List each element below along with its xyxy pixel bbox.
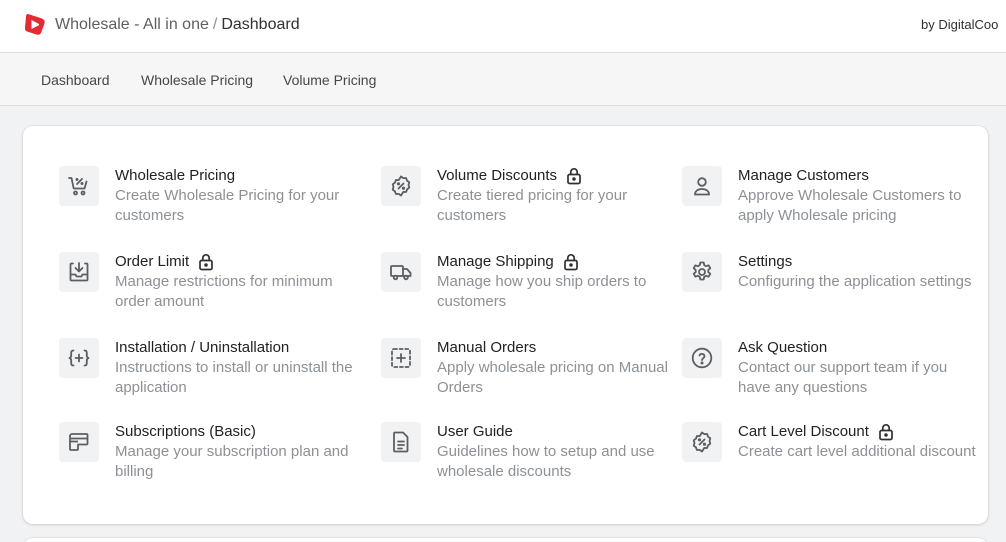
truck-icon	[390, 265, 412, 281]
discount-badge-icon	[692, 431, 712, 453]
feature-description: Create cart level additional discount	[738, 443, 976, 460]
inbox-download-icon	[69, 262, 89, 282]
icon-tile	[682, 166, 722, 206]
feature-title: Installation / Uninstallation	[115, 339, 290, 356]
feature-title: Subscriptions (Basic)	[115, 423, 256, 440]
feature-description: Guidelines how to setup and use wholesal…	[437, 443, 655, 480]
nav-item-volume-pricing[interactable]: Volume Pricing	[283, 72, 376, 88]
discount-badge-icon	[391, 175, 411, 197]
app-logo-icon	[24, 13, 45, 35]
icon-tile	[381, 422, 421, 462]
page-title: Dashboard	[221, 16, 300, 33]
feature-title: Manual Orders	[437, 339, 537, 356]
feature-description: Configuring the application settings	[738, 273, 972, 290]
lock-icon	[563, 254, 578, 271]
breadcrumb-separator: /	[212, 16, 218, 33]
icon-tile	[682, 338, 722, 378]
person-icon	[694, 177, 710, 196]
feature-title: Manage Customers	[738, 167, 869, 184]
feature-description: Create Wholesale Pricing for your custom…	[115, 187, 340, 224]
feature-description: Manage your subscription plan and billin…	[115, 443, 349, 480]
page-breadcrumb: Wholesale - All in one / Dashboard	[55, 15, 300, 35]
icon-tile	[682, 422, 722, 462]
icon-tile	[59, 422, 99, 462]
icon-tile	[381, 338, 421, 378]
developer-byline[interactable]: by DigitalCoo	[921, 17, 1006, 33]
gear-icon	[692, 261, 712, 281]
feature-title: Wholesale Pricing	[115, 167, 236, 184]
app-header: Wholesale - All in one / Dashboard by Digi…	[0, 0, 1006, 53]
nav-item-dashboard[interactable]: Dashboard	[41, 72, 110, 88]
credit-card-icon	[69, 433, 89, 451]
icon-tile	[381, 252, 421, 292]
nav-item-wholesale-pricing[interactable]: Wholesale Pricing	[141, 72, 253, 88]
icon-tile	[381, 166, 421, 206]
lock-icon	[199, 254, 214, 271]
icon-tile	[682, 252, 722, 292]
feature-description: Contact our support team if you have any…	[738, 359, 948, 396]
dashed-plus-icon	[391, 348, 411, 368]
feature-description: Create tiered pricing for your customers	[437, 187, 628, 224]
feature-title: Manage Shipping	[437, 253, 554, 270]
feature-description: Manage how you ship orders to customers	[437, 273, 647, 310]
app-name[interactable]: Wholesale - All in one	[55, 16, 209, 33]
icon-tile	[59, 166, 99, 206]
feature-description: Apply wholesale pricing on Manual Orders	[437, 359, 668, 396]
cart-discount-icon	[68, 177, 88, 196]
nav-bar: Dashboard Wholesale Pricing Volume Prici…	[0, 53, 1006, 106]
feature-title: Cart Level Discount	[738, 423, 869, 440]
question-circle-icon	[691, 347, 713, 369]
code-braces-icon	[68, 349, 90, 367]
feature-description: Approve Wholesale Customers to apply Who…	[738, 187, 962, 224]
feature-title: Volume Discounts	[437, 167, 558, 184]
feature-description: Instructions to install or uninstall the…	[115, 359, 353, 396]
feature-title: User Guide	[437, 423, 513, 440]
feature-description: Manage restrictions for minimum order am…	[115, 273, 333, 310]
lock-icon	[879, 424, 893, 441]
icon-tile	[59, 252, 99, 292]
feature-title: Ask Question	[738, 339, 828, 356]
icon-tile	[59, 338, 99, 378]
feature-title: Settings	[738, 253, 793, 270]
secondary-card	[23, 538, 988, 542]
document-icon	[393, 431, 409, 453]
feature-title: Order Limit	[115, 253, 190, 270]
lock-icon	[567, 168, 581, 185]
features-card: Wholesale Pricing Create Wholesale Prici…	[23, 126, 988, 524]
